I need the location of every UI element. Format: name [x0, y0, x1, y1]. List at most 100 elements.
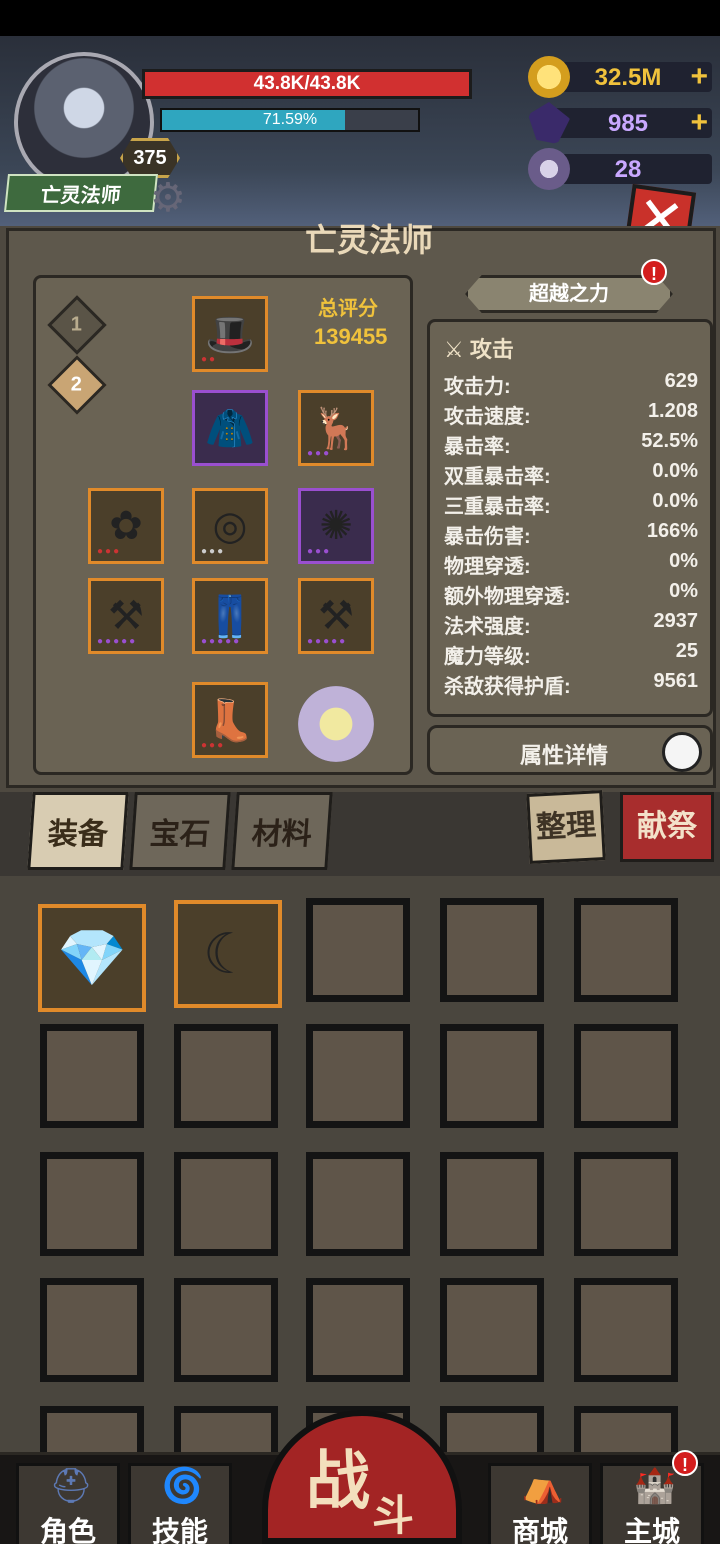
attribute-details-button[interactable]: 属性详情 [427, 725, 713, 775]
stat-value: 0% [669, 550, 698, 572]
stat-label: 魔力等级: [444, 646, 531, 668]
transcend-button[interactable]: 超越之力 [465, 275, 673, 313]
stat-label: 杀敌获得护盾: [444, 676, 571, 698]
nav-character[interactable]: ⛑ 角色 [16, 1463, 120, 1544]
top-header: 375 亡灵法师 ⚙ 43.8K/43.8K 71.59% 32.5M + 98… [0, 36, 720, 226]
amulet-slot[interactable]: ✿ ●●● [88, 488, 164, 564]
crystal-value: 985 [607, 110, 649, 137]
robe-icon: 🧥 [205, 406, 255, 451]
inventory-slot[interactable] [306, 1278, 410, 1382]
inventory-slot[interactable] [174, 1152, 278, 1256]
shoulder-slot[interactable]: 🦌 ●●● [298, 390, 374, 466]
inventory-slot[interactable] [40, 1406, 144, 1452]
inventory-slot[interactable] [40, 1278, 144, 1382]
stat-label: 三重暴击率: [444, 496, 551, 518]
stat-row: 三重暴击率: 0.0% [444, 490, 698, 520]
inventory-slot[interactable] [574, 898, 678, 1002]
exp-bar: 71.59% [160, 108, 420, 132]
inventory-slot[interactable] [174, 1024, 278, 1128]
equipment-area: 1 2 总评分 139455 🎩 ●● 🧥 🦌 ●●● ✿ ●●● ◎ ●●● ✺ ●●●… [33, 275, 413, 775]
inventory-slot[interactable] [174, 1406, 278, 1452]
inventory-slot[interactable] [574, 1278, 678, 1382]
stat-row: 额外物理穿透: 0% [444, 580, 698, 610]
inventory-slot[interactable] [440, 1024, 544, 1128]
stat-label: 暴击伤害: [444, 526, 531, 548]
helmet-icon: ⛑ [49, 1467, 93, 1505]
stat-value: 2937 [653, 610, 699, 632]
gold-value: 32.5M [594, 64, 662, 91]
stats-box[interactable]: ⚔ 攻击 攻击力: 629 攻击速度: 1.208 暴击率: 52.5% 双重暴击率: 0.0… [427, 319, 713, 717]
level-text: 375 [133, 146, 167, 169]
rarity-dots: ●●● [97, 546, 122, 557]
inventory-slot[interactable] [574, 1406, 678, 1452]
armor-slot[interactable]: 🧥 [192, 390, 268, 466]
inventory-slot[interactable] [574, 1024, 678, 1128]
inventory-slot[interactable] [306, 898, 410, 1002]
trinket-slot[interactable] [298, 686, 374, 762]
inventory-slot[interactable] [306, 1152, 410, 1256]
sort-button[interactable]: 整理 [526, 790, 606, 864]
gold-coin-icon [528, 56, 570, 98]
add-gold-button[interactable]: + [690, 60, 708, 94]
rarity-dots: ●●● [307, 448, 332, 459]
inventory-slot[interactable] [440, 898, 544, 1002]
nav-label: 商城 [511, 1516, 568, 1544]
character-panel: 亡灵法师 1 2 总评分 139455 🎩 ●● 🧥 🦌 ●●● ✿ ●●● ◎ ●●●… [0, 222, 720, 792]
hp-text: 43.8K/43.8K [253, 73, 361, 94]
tab-materials[interactable]: 材料 [231, 792, 333, 870]
set-tab-1[interactable]: 1 [47, 295, 107, 355]
attribute-details-label: 属性详情 [520, 743, 609, 768]
add-crystal-button[interactable]: + [690, 106, 708, 140]
sacrifice-button[interactable]: 献祭 [620, 792, 714, 862]
stat-label: 物理穿透: [444, 556, 531, 578]
belt-slot[interactable]: ◎ ●●● [192, 488, 268, 564]
stat-value: 166% [646, 520, 698, 542]
stat-label: 法术强度: [444, 616, 531, 638]
helmet-slot[interactable]: 🎩 ●● [192, 296, 268, 372]
inventory-slot[interactable] [440, 1406, 544, 1452]
stat-value: 0% [669, 580, 698, 602]
stat-value: 0.0% [652, 460, 698, 482]
ram-currency: 28 [528, 148, 712, 190]
claw-icon: ☾ [202, 922, 254, 985]
stat-value: 52.5% [641, 430, 698, 452]
pants-slot[interactable]: 👖 ●●●●● [192, 578, 268, 654]
nav-label: 技能 [151, 1516, 208, 1544]
nav-skills[interactable]: 🌀 技能 [128, 1463, 232, 1544]
ram-value: 28 [614, 156, 642, 183]
tab-equipment[interactable]: 装备 [27, 792, 129, 870]
alert-badge: ! [672, 1450, 698, 1476]
inventory-slot[interactable] [574, 1152, 678, 1256]
inventory-slot[interactable] [306, 1024, 410, 1128]
battle-label: 斗 [372, 1492, 415, 1539]
gold-currency: 32.5M + [528, 56, 712, 98]
stat-row: 法术强度: 2937 [444, 610, 698, 640]
stat-row: 攻击速度: 1.208 [444, 400, 698, 430]
stat-value: 0.0% [652, 490, 698, 512]
boots-slot[interactable]: 👢 ●●● [192, 682, 268, 758]
inventory-slot[interactable] [40, 1152, 144, 1256]
stat-row: 双重暴击率: 0.0% [444, 460, 698, 490]
nav-label: 主城 [623, 1516, 680, 1544]
tab-gems[interactable]: 宝石 [129, 792, 231, 870]
inventory-slot[interactable] [440, 1278, 544, 1382]
hp-bar: 43.8K/43.8K [142, 69, 472, 99]
inventory-tabbar: 装备 宝石 材料 整理 献祭 [0, 790, 720, 876]
set-tab-2[interactable]: 2 [47, 355, 107, 415]
inventory-slot[interactable] [40, 1024, 144, 1128]
nav-label: 角色 [39, 1516, 96, 1544]
stat-row: 魔力等级: 25 [444, 640, 698, 670]
nav-shop[interactable]: ⛺ 商城 [488, 1463, 592, 1544]
right-weapon-slot[interactable]: ⚒ ●●●●● [298, 578, 374, 654]
inventory-slot[interactable] [440, 1152, 544, 1256]
ram-skull-icon [528, 148, 570, 190]
stat-row: 暴击伤害: 166% [444, 520, 698, 550]
orb-slot[interactable]: ✺ ●●● [298, 488, 374, 564]
inventory-slot[interactable] [174, 1278, 278, 1382]
inventory-item-crystal[interactable]: 💎 [38, 904, 146, 1012]
castle-icon: 🏰 [633, 1467, 677, 1505]
inventory-item-claw[interactable]: ☾ [174, 900, 282, 1008]
gear-icon[interactable]: ⚙ [150, 176, 194, 220]
left-weapon-slot[interactable]: ⚒ ●●●●● [88, 578, 164, 654]
panel-title: 亡灵法师 [304, 222, 433, 258]
